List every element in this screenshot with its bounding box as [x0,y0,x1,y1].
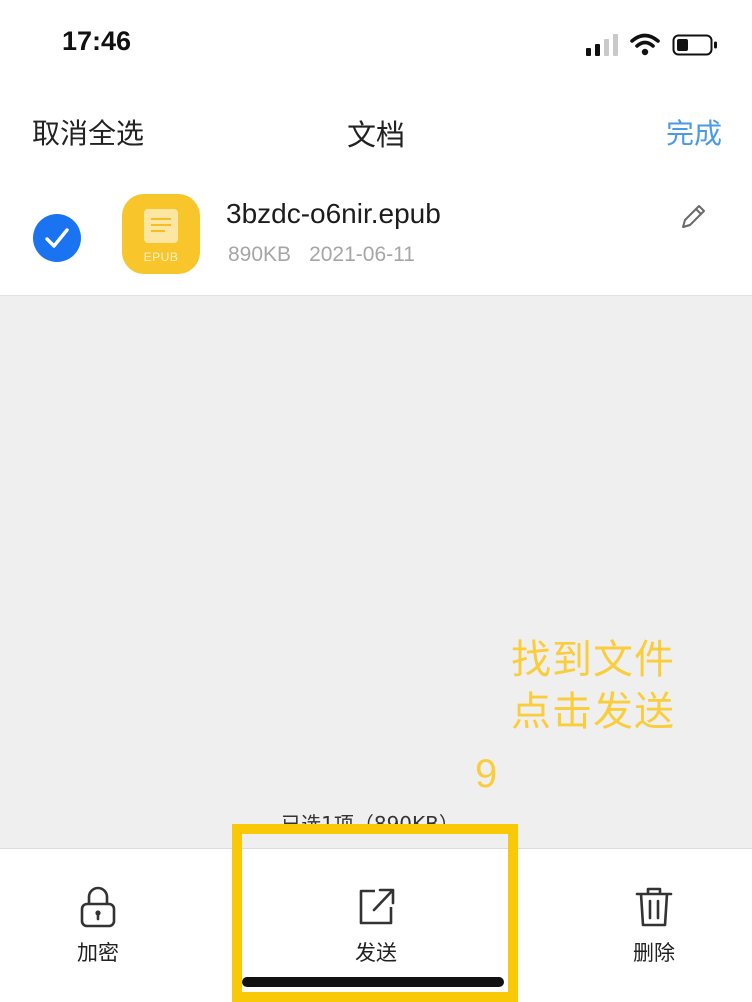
edit-pencil-icon[interactable] [678,200,710,232]
file-name: 3bzdc-o6nir.epub [226,198,441,229]
file-row[interactable]: EPUB 3bzdc-o6nir.epub 890KB 2021-06-11 [0,176,752,296]
home-indicator [242,977,504,987]
selected-check-icon[interactable] [33,214,81,262]
epub-icon-label: EPUB [143,250,179,264]
nav-bar: 取消全选 文档 完成 [0,92,752,176]
delete-label: 删除 [633,941,675,965]
document-page-icon [144,209,178,243]
delete-button[interactable]: 删除 [584,849,724,979]
file-date: 2021-06-11 [309,243,415,266]
page-title: 文档 [346,118,405,152]
epub-file-icon: EPUB [122,194,200,274]
status-bar: 17:46 [0,0,752,92]
lock-icon [80,886,116,928]
encrypt-label: 加密 [77,941,119,965]
done-button[interactable]: 完成 [666,112,722,152]
encrypt-button[interactable]: 加密 [28,849,168,979]
send-highlight-box [232,824,518,1002]
annotation-step-number: 9 [475,752,498,796]
file-meta: 890KB 2021-06-11 [228,243,415,267]
annotation-line-1: 找到文件 [511,637,675,683]
battery-icon [672,34,717,56]
file-size: 890KB [228,243,292,266]
annotation-instructions: 找到文件 点击发送 [511,634,675,738]
trash-icon [635,887,673,927]
cellular-signal-icon [586,34,618,56]
status-icons [586,30,718,60]
status-time: 17:46 [62,26,132,56]
wifi-icon [630,33,660,56]
annotation-line-2: 点击发送 [511,689,675,735]
